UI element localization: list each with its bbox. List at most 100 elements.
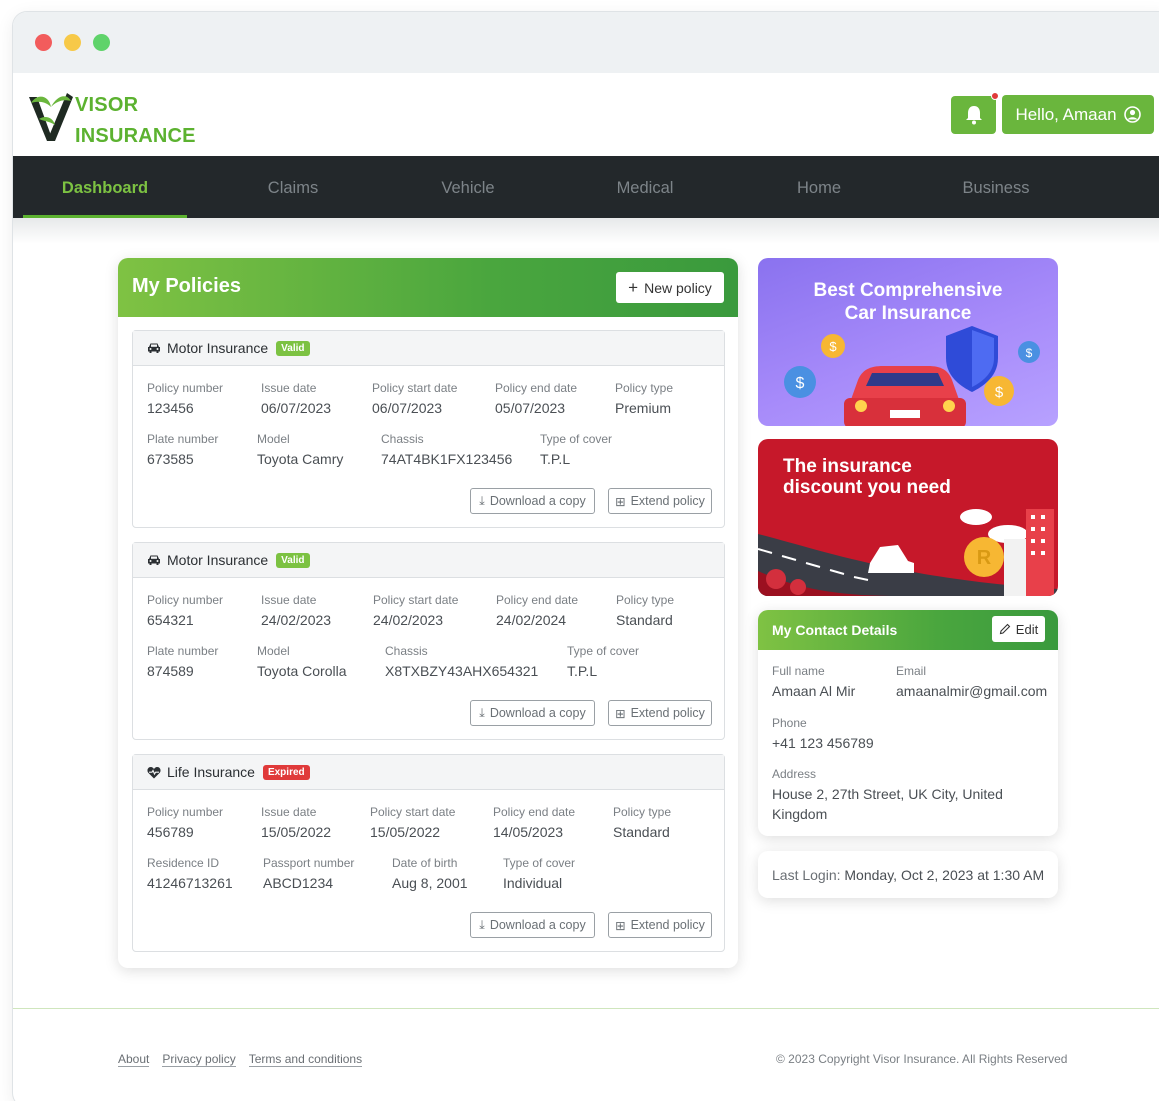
nav-dashboard[interactable]: Dashboard (23, 156, 187, 218)
extend-policy-button[interactable]: ⊞ Extend policy (608, 488, 712, 514)
contact-details-header: My Contact Details Edit (758, 610, 1058, 650)
download-icon: ⤓ (479, 705, 485, 720)
svg-text:$: $ (796, 375, 805, 392)
field-type-of-cover: Type of cover T.P.L (567, 644, 640, 679)
last-login-label: Last Login: (772, 867, 845, 883)
field-plate-number: Plate number 874589 (147, 644, 219, 679)
field-issue-date: Issue date 06/07/2023 (261, 381, 332, 416)
policy-card-motor-1: Motor Insurance Valid Policy number 12345… (132, 330, 725, 528)
nav-medical[interactable]: Medical (580, 156, 710, 218)
maximize-window-button[interactable] (93, 34, 110, 51)
field-model: Model Toyota Corolla (257, 644, 347, 679)
field-policy-number: Policy number 123456 (147, 381, 224, 416)
footer-link-about[interactable]: About (118, 1052, 150, 1067)
policy-type-label: Motor Insurance (167, 552, 269, 568)
field-date-of-birth: Date of birth Aug 8, 2001 (392, 856, 468, 891)
field-plate-number: Plate number 673585 (147, 432, 219, 467)
calendar-plus-icon: ⊞ (615, 494, 626, 509)
close-window-button[interactable] (35, 34, 52, 51)
extend-policy-button[interactable]: ⊞ Extend policy (608, 912, 712, 938)
last-login-card: Last Login: Monday, Oct 2, 2023 at 1:30 … (758, 851, 1058, 898)
edit-contact-button[interactable]: Edit (992, 616, 1045, 642)
discount-banner[interactable]: The insurance discount you need R (758, 439, 1058, 596)
nav-business[interactable]: Business (931, 156, 1061, 218)
policy-type-label: Life Insurance (167, 764, 255, 780)
policy-card-header: Life Insurance Expired (133, 755, 724, 790)
nav-shadow (13, 218, 1159, 244)
status-badge: Expired (262, 764, 310, 780)
policy-card-motor-2: Motor Insurance Valid Policy number 65432… (132, 542, 725, 740)
field-policy-number: Policy number 654321 (147, 593, 224, 628)
window-titlebar (13, 12, 1159, 73)
my-policies-title: My Policies (132, 275, 241, 297)
status-badge: Valid (276, 552, 310, 568)
field-policy-type: Policy type Premium (615, 381, 674, 416)
site-header: VISOR INSURANCE Hello, Amaan (13, 73, 1159, 156)
discount-illustration: R (758, 509, 1058, 596)
field-issue-date: Issue date 15/05/2022 (261, 805, 332, 840)
calendar-plus-icon: ⊞ (615, 706, 626, 721)
bell-icon (965, 106, 982, 125)
car-icon (148, 555, 160, 565)
notification-dot (991, 92, 999, 100)
heart-pulse-icon (147, 766, 161, 778)
pencil-icon (999, 623, 1011, 635)
banner-car-line1: Best Comprehensive (813, 280, 1003, 301)
download-icon: ⤓ (479, 917, 485, 932)
field-issue-date: Issue date 24/02/2023 (261, 593, 332, 628)
contact-address: Address House 2, 27th Street, UK City, U… (772, 767, 1003, 822)
field-type-of-cover: Type of cover T.P.L (540, 432, 613, 467)
new-policy-button[interactable]: + New policy (616, 272, 724, 303)
field-chassis: Chassis 74AT4BK1FX123456 (381, 432, 513, 467)
contact-details-title: My Contact Details (772, 622, 898, 638)
nav-claims[interactable]: Claims (228, 156, 358, 218)
download-copy-button[interactable]: ⤓ Download a copy (470, 700, 595, 726)
footer-link-terms[interactable]: Terms and conditions (248, 1052, 363, 1067)
field-model: Model Toyota Camry (257, 432, 344, 467)
download-copy-button[interactable]: ⤓ Download a copy (470, 488, 595, 514)
my-policies-header: My Policies + New policy (118, 258, 738, 317)
download-copy-button[interactable]: ⤓ Download a copy (470, 912, 595, 938)
svg-text:$: $ (995, 384, 1004, 401)
field-end-date: Policy end date 14/05/2023 (493, 805, 576, 840)
notifications-button[interactable] (951, 92, 999, 134)
extend-policy-button[interactable]: ⊞ Extend policy (608, 700, 712, 726)
edit-label: Edit (1015, 621, 1039, 637)
field-policy-type: Policy type Standard (613, 805, 672, 840)
nav-home[interactable]: Home (754, 156, 884, 218)
contact-details-card: My Contact Details Edit Full name Amaan A… (758, 610, 1058, 836)
nav-vehicle[interactable]: Vehicle (403, 156, 533, 218)
status-badge: Valid (276, 340, 310, 356)
car-insurance-banner[interactable]: Best Comprehensive Car Insurance $ $ $ $ (758, 258, 1058, 426)
field-policy-number: Policy number 456789 (147, 805, 224, 840)
field-start-date: Policy start date 06/07/2023 (372, 381, 458, 416)
visor-insurance-logo[interactable]: VISOR INSURANCE (27, 87, 202, 147)
new-policy-label: New policy (644, 279, 712, 296)
car-shield-illustration: $ $ $ $ (784, 326, 1040, 426)
footer-link-privacy[interactable]: Privacy policy (162, 1052, 236, 1067)
policy-type-label: Motor Insurance (167, 340, 269, 356)
policy-card-header: Motor Insurance Valid (133, 543, 724, 578)
copyright-text: © 2023 Copyright Visor Insurance. All Ri… (776, 1052, 1068, 1066)
footer-divider (13, 1008, 1159, 1009)
field-type-of-cover: Type of cover Individual (503, 856, 576, 891)
minimize-window-button[interactable] (64, 34, 81, 51)
field-chassis: Chassis X8TXBZY43AHX654321 (385, 644, 539, 679)
contact-full-name: Full name Amaan Al Mir (772, 664, 856, 699)
field-residence-id: Residence ID 41246713261 (147, 856, 233, 891)
field-end-date: Policy end date 24/02/2024 (496, 593, 579, 628)
policy-card-header: Motor Insurance Valid (133, 331, 724, 366)
user-menu-button[interactable]: Hello, Amaan (1002, 95, 1154, 134)
footer-links: About Privacy policy Terms and condition… (118, 1052, 363, 1067)
logo-line2: INSURANCE (75, 125, 196, 147)
svg-text:$: $ (1026, 346, 1033, 360)
greeting-label: Hello, Amaan (1015, 104, 1117, 124)
user-circle-icon (1123, 106, 1141, 123)
browser-window: VISOR INSURANCE Hello, Amaan Dashboard C… (13, 12, 1159, 1101)
plus-icon: + (628, 277, 639, 297)
svg-text:R: R (977, 547, 992, 569)
svg-text:$: $ (829, 339, 837, 354)
field-end-date: Policy end date 05/07/2023 (495, 381, 578, 416)
field-policy-type: Policy type Standard (616, 593, 675, 628)
main-nav: Dashboard Claims Vehicle Medical Home Bu… (13, 156, 1159, 218)
